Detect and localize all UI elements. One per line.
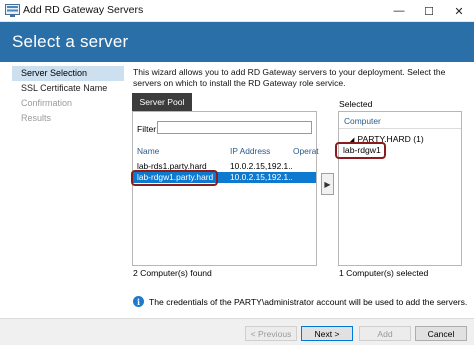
- close-button[interactable]: ✕: [444, 0, 474, 22]
- filter-input[interactable]: [157, 121, 312, 134]
- next-button[interactable]: Next >: [301, 326, 353, 341]
- server-ip: 10.0.2.15,192.1...: [230, 172, 292, 182]
- group-row[interactable]: ◢ PARTY.HARD (1): [349, 134, 424, 144]
- info-message: The credentials of the PARTY\administrat…: [149, 297, 468, 307]
- server-name: lab-rds1.party.hard: [137, 161, 207, 171]
- server-row-selected[interactable]: lab-rdgw1.party.hard 10.0.2.15,192.1...: [133, 172, 316, 183]
- info-icon: i: [133, 296, 144, 307]
- step-ssl-certificate-name[interactable]: SSL Certificate Name: [12, 81, 124, 96]
- column-header-ip-address[interactable]: IP Address: [230, 146, 270, 156]
- pool-count-label: 2 Computer(s) found: [133, 268, 212, 278]
- selected-count-label: 1 Computer(s) selected: [339, 268, 429, 278]
- server-app-icon: [5, 4, 20, 17]
- server-row[interactable]: lab-rds1.party.hard 10.0.2.15,192.1...: [133, 161, 316, 172]
- page-title: Select a server: [12, 32, 129, 51]
- wizard-steps: Server Selection SSL Certificate Name Co…: [12, 66, 124, 126]
- selected-label: Selected: [339, 99, 373, 109]
- add-to-selected-button[interactable]: ▶: [321, 173, 334, 195]
- step-confirmation: Confirmation: [21, 98, 73, 108]
- wizard-description: This wizard allows you to add RD Gateway…: [133, 67, 446, 88]
- selected-computer-item[interactable]: lab-rdgw1: [343, 145, 381, 155]
- group-label: PARTY.HARD (1): [357, 134, 424, 144]
- maximize-button[interactable]: ☐: [414, 0, 444, 22]
- minimize-button[interactable]: —: [384, 0, 414, 22]
- step-server-selection[interactable]: Server Selection: [12, 66, 124, 81]
- tab-server-pool[interactable]: Server Pool: [132, 93, 192, 111]
- window-title: Add RD Gateway Servers: [23, 4, 144, 16]
- column-header-name[interactable]: Name: [137, 146, 159, 156]
- server-pool-panel: [132, 111, 317, 266]
- collapse-triangle-icon[interactable]: ◢: [349, 137, 354, 144]
- divider: [339, 128, 461, 129]
- previous-button[interactable]: < Previous: [245, 326, 297, 341]
- server-name: lab-rdgw1.party.hard: [137, 172, 214, 182]
- step-results: Results: [21, 113, 52, 123]
- server-ip: 10.0.2.15,192.1...: [230, 161, 292, 171]
- column-header-computer[interactable]: Computer: [344, 116, 381, 126]
- filter-label: Filter:: [137, 124, 159, 134]
- column-header-operating-system[interactable]: Operat: [293, 146, 319, 156]
- cancel-button[interactable]: Cancel: [415, 326, 467, 341]
- add-button[interactable]: Add: [359, 326, 411, 341]
